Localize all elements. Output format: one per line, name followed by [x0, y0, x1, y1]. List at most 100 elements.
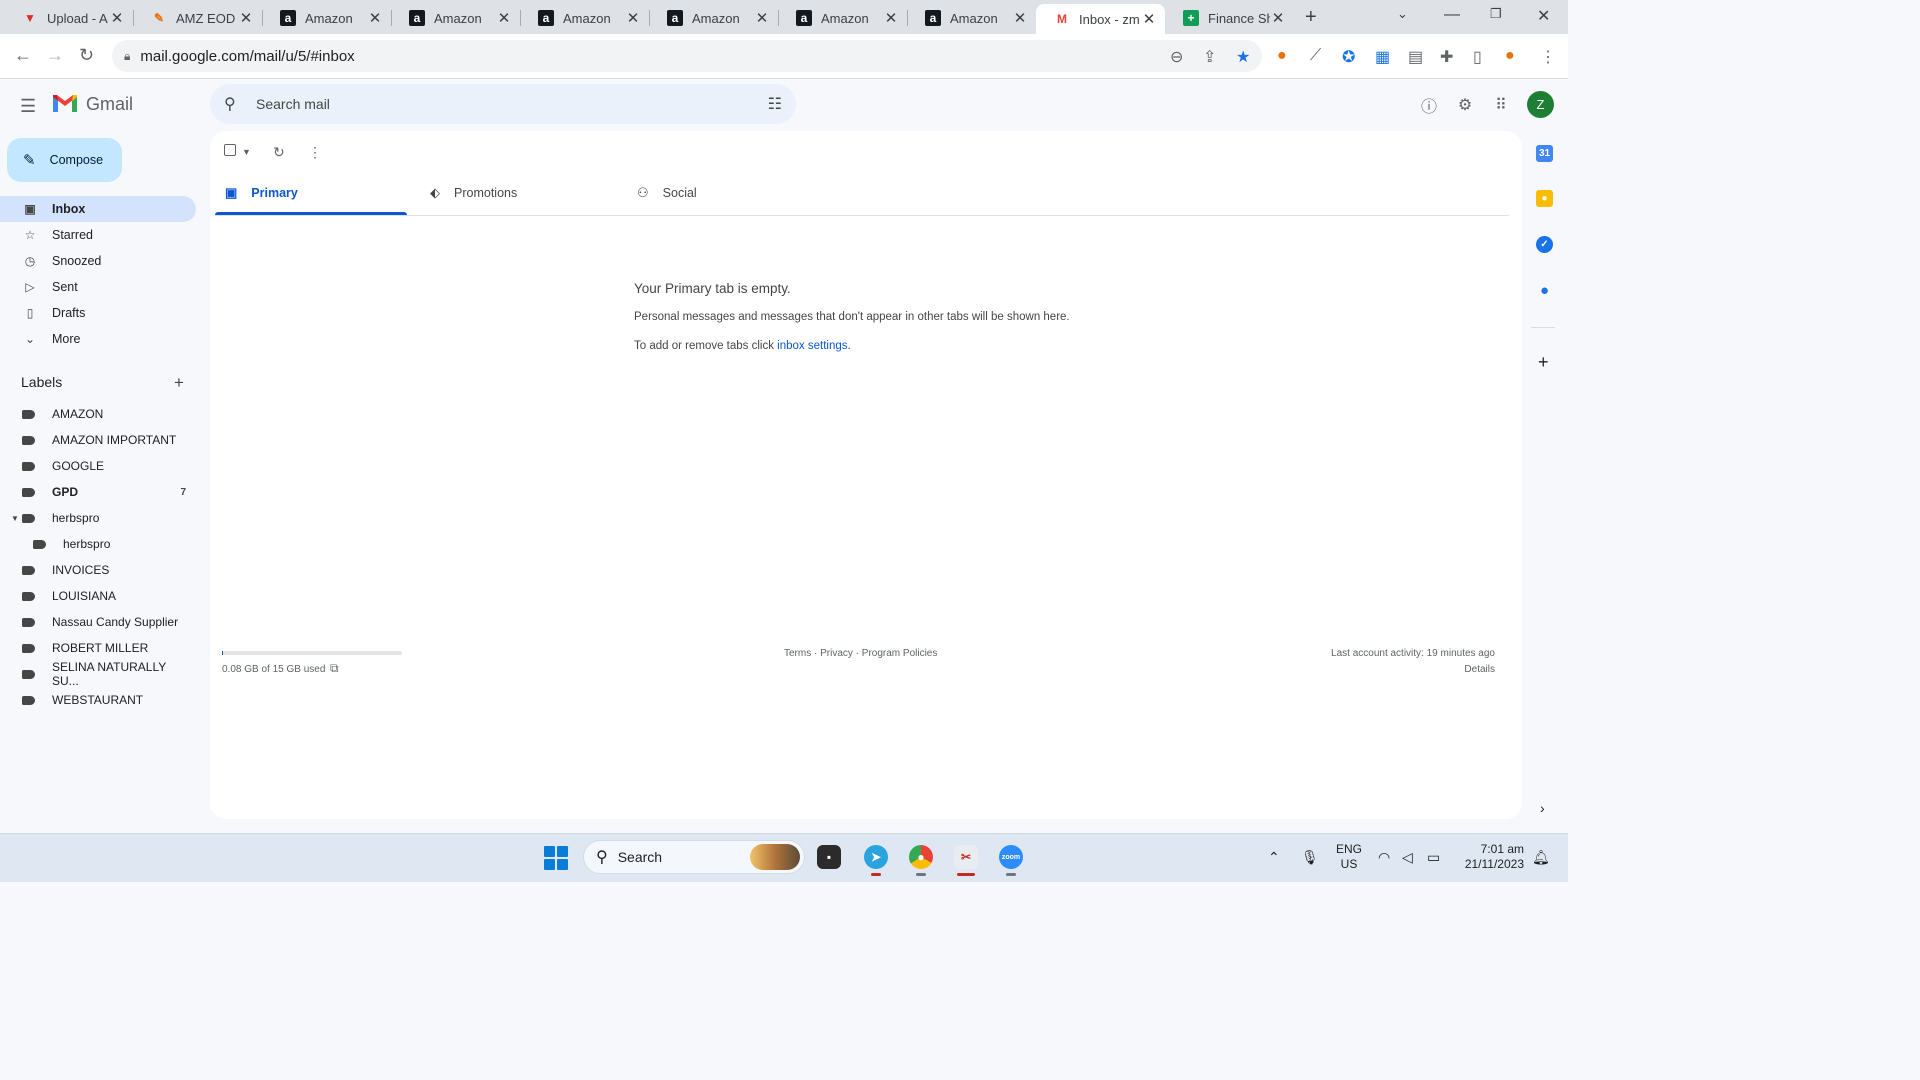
label-item[interactable]: AMAZON IMPORTANT: [0, 427, 196, 453]
browser-tab[interactable]: + Finance Sh ✕: [1165, 4, 1294, 32]
inbox-settings-link[interactable]: inbox settings: [777, 340, 847, 352]
open-external-icon[interactable]: ⧉: [330, 661, 339, 676]
close-icon[interactable]: ✕: [109, 9, 125, 27]
extensions-puzzle-icon[interactable]: ✚: [1440, 47, 1453, 67]
browser-tab[interactable]: ✎ AMZ EOD I ✕: [133, 4, 263, 32]
address-bar[interactable]: 🔒︎ mail.google.com/mail/u/5/#inbox: [112, 40, 1262, 72]
extension-icon[interactable]: ✪: [1342, 47, 1355, 67]
nav-item-drafts[interactable]: ▯ Drafts: [0, 300, 196, 326]
apps-grid-icon[interactable]: ⠿: [1490, 94, 1512, 116]
label-item[interactable]: Nassau Candy Supplier: [0, 609, 196, 635]
extension-icon[interactable]: ●: [1277, 47, 1287, 65]
minimize-icon[interactable]: —: [1444, 6, 1460, 24]
window-close-icon[interactable]: ✕: [1537, 6, 1550, 26]
nav-item-inbox[interactable]: ▣ Inbox: [0, 196, 196, 222]
browser-tab[interactable]: a Amazon ✕: [262, 4, 392, 32]
search-icon[interactable]: ⚲: [224, 94, 244, 114]
tasks-icon[interactable]: ✓: [1536, 236, 1553, 253]
label-item[interactable]: GPD 7: [0, 479, 196, 505]
search-input[interactable]: Search mail: [256, 96, 768, 112]
account-avatar[interactable]: Z: [1527, 91, 1554, 118]
settings-gear-icon[interactable]: ⚙: [1454, 94, 1476, 116]
main-menu-icon[interactable]: ☰: [20, 96, 36, 117]
close-icon[interactable]: ✕: [238, 9, 254, 27]
browser-tab[interactable]: a Amazon ✕: [649, 4, 779, 32]
notifications-bell-icon[interactable]: 🔔︎: [1532, 849, 1550, 866]
label-item[interactable]: AMAZON: [0, 401, 196, 427]
tab-primary[interactable]: ▣ Primary: [225, 170, 407, 216]
share-icon[interactable]: ⇪: [1203, 47, 1216, 67]
windows-start-icon[interactable]: [544, 846, 568, 870]
close-icon[interactable]: ✕: [1012, 9, 1028, 27]
url-text[interactable]: mail.google.com/mail/u/5/#inbox: [140, 48, 354, 65]
label-item[interactable]: ▼ herbspro: [0, 505, 196, 531]
forward-icon[interactable]: →: [46, 45, 64, 66]
nav-item-sent[interactable]: ▷ Sent: [0, 274, 196, 300]
add-label-icon[interactable]: +: [174, 373, 184, 393]
browser-tab[interactable]: a Amazon ✕: [391, 4, 521, 32]
label-item[interactable]: SELINA NATURALLY SU...: [0, 660, 196, 688]
chevron-right-icon[interactable]: ›: [1540, 800, 1545, 816]
close-icon[interactable]: ✕: [496, 9, 512, 27]
side-panel-icon[interactable]: ▯: [1473, 47, 1482, 67]
nav-item-starred[interactable]: ☆ Starred: [0, 222, 196, 248]
compose-button[interactable]: ✎ Compose: [7, 138, 122, 182]
browser-tab[interactable]: a Amazon ✕: [778, 4, 908, 32]
label-item[interactable]: ROBERT MILLER: [0, 635, 196, 661]
browser-tab[interactable]: ▼ Upload - A ✕: [4, 4, 134, 32]
close-icon[interactable]: ✕: [754, 9, 770, 27]
label-item[interactable]: WEBSTAURANT: [0, 687, 196, 713]
system-clock[interactable]: 7:01 am 21/11/2023: [1460, 842, 1524, 872]
profile-icon[interactable]: ●: [1505, 47, 1515, 65]
telegram-icon[interactable]: ➤: [864, 845, 888, 869]
label-item[interactable]: LOUISIANA: [0, 583, 196, 609]
show-hidden-icons-icon[interactable]: ⌃: [1268, 849, 1280, 866]
label-item-child[interactable]: herbspro: [0, 531, 196, 557]
reload-icon[interactable]: ↻: [79, 45, 94, 66]
label-item[interactable]: INVOICES: [0, 557, 196, 583]
help-icon[interactable]: ⓘ: [1418, 94, 1440, 116]
refresh-icon[interactable]: ↻: [273, 144, 285, 161]
more-actions-icon[interactable]: ⋮: [308, 144, 322, 161]
tab-promotions[interactable]: ⬖ Promotions: [430, 170, 620, 216]
chrome-icon[interactable]: ●: [909, 845, 933, 869]
extension-icon[interactable]: ▤: [1408, 47, 1423, 67]
snipping-tool-icon[interactable]: ✂: [954, 845, 978, 869]
keep-icon[interactable]: ●: [1536, 190, 1553, 207]
search-options-icon[interactable]: ☷: [768, 94, 782, 114]
battery-icon[interactable]: ▭: [1427, 849, 1440, 866]
extension-icon[interactable]: ▦: [1375, 47, 1390, 67]
browser-menu-icon[interactable]: ⋮: [1540, 47, 1556, 67]
caret-down-icon[interactable]: ▼: [11, 514, 19, 523]
close-icon[interactable]: ✕: [883, 9, 899, 27]
back-icon[interactable]: ←: [14, 45, 32, 66]
task-view-icon[interactable]: ▪: [817, 845, 841, 869]
browser-tab-active[interactable]: M Inbox - zm ✕: [1036, 4, 1165, 34]
zoom-icon[interactable]: ⊖: [1170, 47, 1183, 67]
get-addons-icon[interactable]: +: [1538, 352, 1549, 373]
language-indicator[interactable]: ENG US: [1336, 842, 1362, 872]
volume-icon[interactable]: ◁: [1402, 849, 1413, 866]
wifi-icon[interactable]: ◠: [1378, 849, 1390, 866]
details-link[interactable]: Details: [1464, 664, 1495, 675]
tab-social[interactable]: ⚇ Social: [637, 170, 827, 216]
restore-icon[interactable]: ❐: [1490, 6, 1502, 22]
select-all-checkbox[interactable]: [224, 144, 236, 156]
taskbar-search[interactable]: ⚲ Search: [583, 840, 805, 874]
label-item[interactable]: GOOGLE: [0, 453, 196, 479]
footer-links[interactable]: Terms · Privacy · Program Policies: [784, 648, 937, 659]
new-tab-icon[interactable]: +: [1305, 6, 1317, 29]
close-icon[interactable]: ✕: [1141, 10, 1157, 28]
browser-tab[interactable]: a Amazon ✕: [520, 4, 650, 32]
zoom-app-icon[interactable]: zoom: [999, 845, 1023, 869]
extension-icon[interactable]: ⟋: [1310, 47, 1321, 65]
search-mail-bar[interactable]: ⚲ Search mail ☷: [210, 84, 796, 124]
close-icon[interactable]: ✕: [1270, 9, 1286, 27]
microphone-icon[interactable]: 🎙︎: [1301, 849, 1319, 866]
calendar-icon[interactable]: 31: [1536, 145, 1553, 162]
contacts-icon[interactable]: ●: [1536, 282, 1553, 299]
close-icon[interactable]: ✕: [367, 9, 383, 27]
select-dropdown-icon[interactable]: ▼: [242, 147, 251, 157]
tab-search-icon[interactable]: ⌄: [1397, 6, 1408, 22]
browser-tab[interactable]: a Amazon ✕: [907, 4, 1036, 32]
